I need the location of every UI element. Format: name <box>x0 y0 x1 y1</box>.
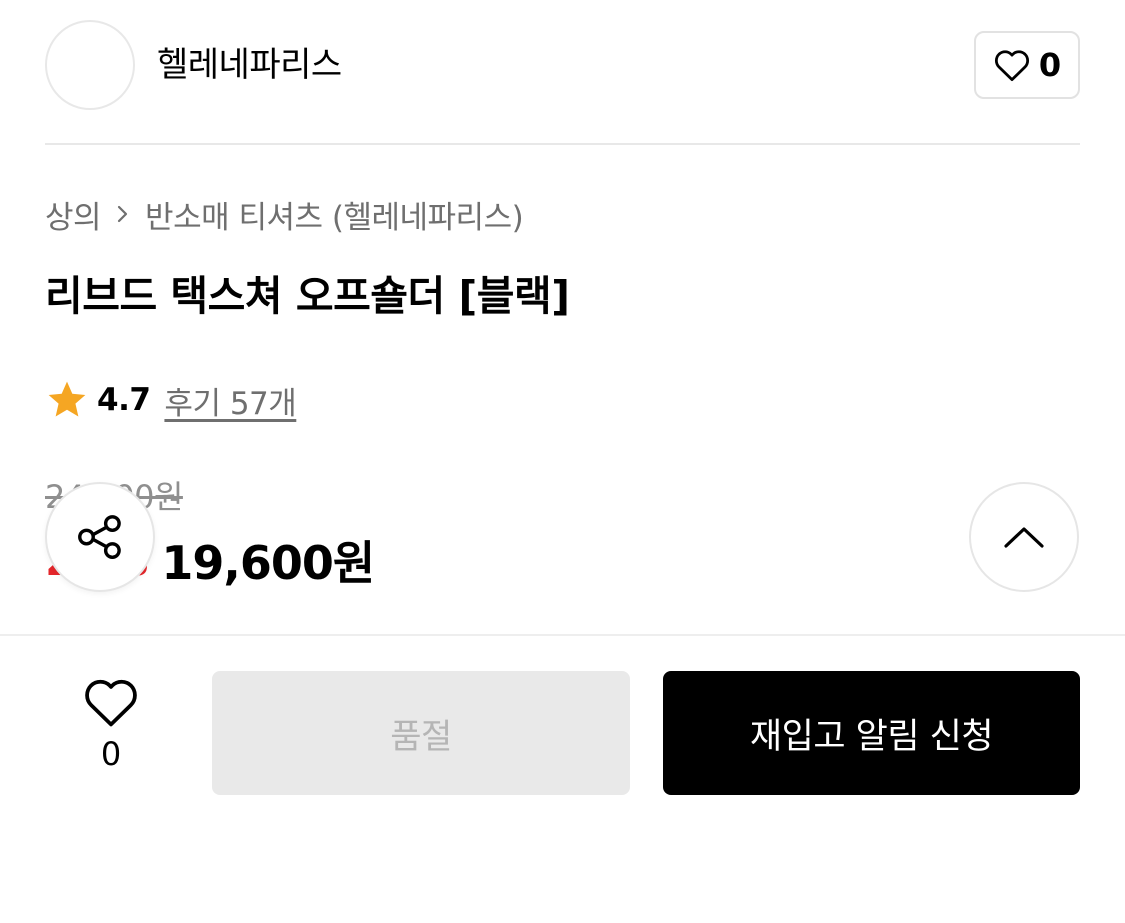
product-title: 리브드 택스쳐 오프숄더 [블랙] <box>45 272 570 320</box>
heart-outline-icon <box>994 50 1029 82</box>
star-icon <box>48 381 86 417</box>
share-button[interactable] <box>45 482 155 592</box>
breadcrumb: 상의 반소매 티셔츠 (헬레네파리스) <box>45 192 524 237</box>
bottom-like-count: 0 <box>100 735 122 773</box>
scroll-top-button[interactable] <box>969 482 1079 592</box>
divider <box>45 143 1080 145</box>
chevron-up-icon <box>1004 527 1044 548</box>
bottom-like-button[interactable]: 0 <box>60 676 162 786</box>
share-icon <box>78 515 121 559</box>
divider <box>0 634 1125 636</box>
rating-score: 4.7 <box>97 382 151 418</box>
soldout-button: 품절 <box>212 671 630 795</box>
brand-avatar[interactable] <box>45 20 135 110</box>
brand-like-count: 0 <box>1038 46 1062 84</box>
restock-alert-button[interactable]: 재입고 알림 신청 <box>663 671 1080 795</box>
reviews-link[interactable]: 후기 57개 <box>164 378 296 423</box>
heart-outline-icon <box>85 679 137 727</box>
rating-row: 4.7 후기 57개 <box>45 376 297 424</box>
breadcrumb-category[interactable]: 상의 <box>45 192 102 237</box>
brand-header: 헬레네파리스 0 <box>45 20 1080 110</box>
brand-name[interactable]: 헬레네파리스 <box>157 44 342 86</box>
breadcrumb-subcategory[interactable]: 반소매 티셔츠 (헬레네파리스) <box>145 192 524 237</box>
brand-like-button[interactable]: 0 <box>974 31 1080 99</box>
chevron-right-icon <box>117 205 128 223</box>
sale-price: 19,600원 <box>161 536 375 590</box>
